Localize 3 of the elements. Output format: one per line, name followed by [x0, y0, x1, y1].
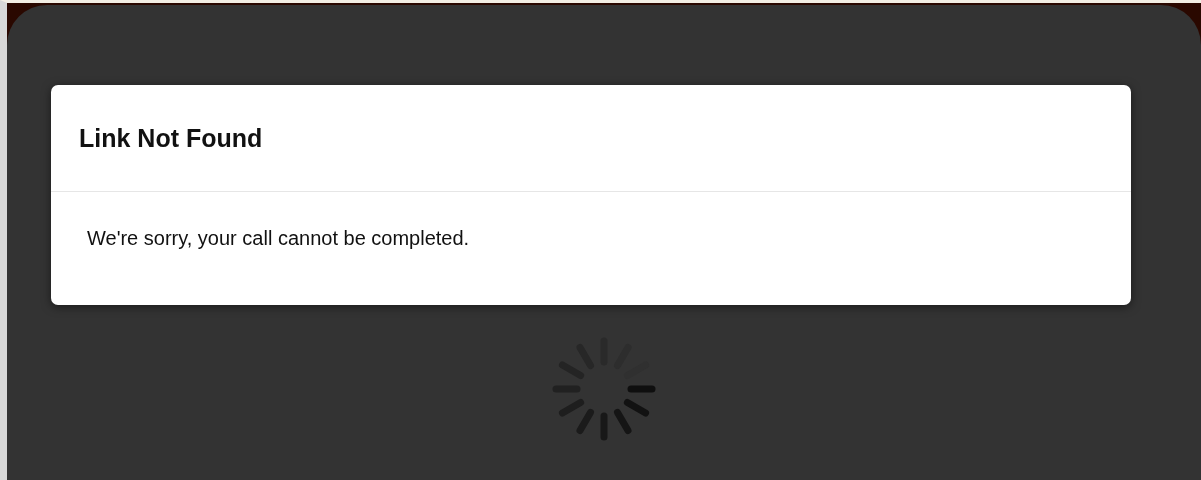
dialog-title: Link Not Found — [79, 123, 263, 153]
spinner-icon — [552, 337, 656, 441]
dialog-message: We're sorry, your call cannot be completed. — [87, 227, 471, 250]
